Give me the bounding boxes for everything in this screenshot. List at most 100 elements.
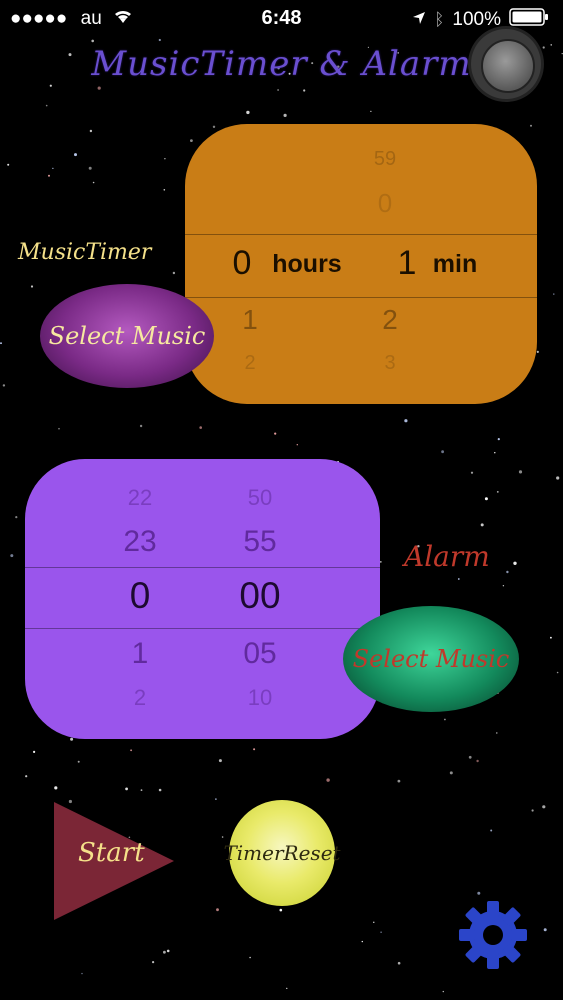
music-timer-label: MusicTimer bbox=[18, 240, 152, 265]
battery-icon bbox=[509, 8, 549, 32]
star bbox=[373, 921, 375, 923]
timer-hours-value: 0 bbox=[232, 244, 252, 282]
star bbox=[216, 908, 219, 912]
alarm-label: Alarm bbox=[404, 540, 490, 573]
alarm-hour-cell: 1 bbox=[131, 637, 149, 670]
star bbox=[274, 432, 277, 435]
alarm-minute-cell: 50 bbox=[247, 485, 273, 510]
timer-minutes-unit: min bbox=[432, 250, 478, 278]
location-arrow-icon bbox=[412, 9, 426, 31]
star bbox=[74, 153, 77, 157]
star bbox=[397, 779, 401, 783]
star bbox=[166, 949, 170, 953]
timer-picker[interactable]: 59 0 0 hours 1 min 1 2 2 3 bbox=[185, 124, 537, 404]
alarm-hour-value: 0 bbox=[129, 575, 151, 616]
star bbox=[556, 671, 559, 674]
timer-row-lower: 1 2 bbox=[185, 304, 537, 344]
star bbox=[70, 737, 74, 741]
star bbox=[164, 158, 166, 160]
star bbox=[553, 293, 555, 295]
star bbox=[476, 759, 479, 763]
star bbox=[52, 167, 54, 169]
star bbox=[361, 940, 363, 943]
star bbox=[97, 86, 101, 90]
timer-reset-button[interactable]: TimerReset bbox=[223, 800, 341, 906]
alarm-hour-cell: 2 bbox=[133, 685, 147, 710]
star bbox=[556, 476, 560, 480]
star bbox=[10, 554, 14, 558]
star bbox=[496, 732, 498, 734]
timer-minute-cell: 3 bbox=[384, 352, 396, 374]
star bbox=[477, 891, 481, 895]
star bbox=[326, 778, 330, 782]
star bbox=[449, 771, 453, 775]
star bbox=[490, 829, 493, 832]
bluetooth-icon: ᛒ bbox=[434, 10, 445, 29]
star bbox=[88, 166, 92, 170]
star bbox=[542, 805, 546, 809]
star bbox=[296, 444, 298, 446]
alarm-minute-value: 00 bbox=[239, 575, 281, 616]
star bbox=[457, 578, 460, 580]
star bbox=[49, 84, 52, 87]
timer-row-upper: 0 bbox=[185, 188, 537, 228]
alarm-minute-cell: 10 bbox=[247, 685, 273, 710]
alarm-select-music-button[interactable]: Select Music bbox=[343, 606, 519, 712]
star bbox=[543, 928, 547, 932]
star bbox=[441, 450, 444, 454]
gear-icon[interactable] bbox=[455, 897, 531, 973]
star bbox=[140, 789, 143, 791]
star bbox=[152, 961, 155, 964]
timer-minute-cell: 59 bbox=[373, 148, 397, 170]
star bbox=[379, 561, 382, 563]
star bbox=[172, 271, 176, 275]
star bbox=[530, 124, 532, 127]
star bbox=[494, 452, 496, 454]
star bbox=[130, 749, 133, 752]
star bbox=[506, 570, 509, 574]
star bbox=[380, 931, 382, 933]
star bbox=[25, 775, 28, 778]
star bbox=[286, 987, 288, 990]
star bbox=[33, 750, 36, 754]
star bbox=[15, 516, 18, 519]
star bbox=[0, 342, 2, 345]
assistive-touch-icon[interactable] bbox=[471, 29, 541, 99]
timer-hours-cell: 1 bbox=[242, 304, 258, 335]
star bbox=[221, 836, 224, 838]
star bbox=[496, 491, 499, 493]
alarm-hour-cell: 22 bbox=[127, 485, 153, 510]
start-label: Start bbox=[78, 838, 145, 868]
star bbox=[89, 129, 93, 133]
star bbox=[550, 636, 552, 639]
timer-minute-cell: 2 bbox=[382, 304, 398, 335]
timer-hours-cell: 2 bbox=[244, 352, 256, 374]
timer-row-selected: 0 hours 1 min bbox=[185, 244, 537, 288]
status-bar: ●●●●● au 6:48 ᛒ 100% bbox=[0, 0, 563, 36]
star bbox=[502, 585, 505, 587]
star bbox=[277, 89, 279, 91]
star bbox=[536, 350, 539, 353]
star bbox=[218, 759, 222, 763]
star bbox=[480, 523, 484, 527]
status-right: ᛒ 100% bbox=[412, 8, 549, 32]
star bbox=[30, 285, 34, 288]
alarm-row-upper: 23 55 bbox=[25, 525, 380, 565]
star bbox=[215, 798, 217, 800]
star bbox=[58, 427, 60, 430]
alarm-picker[interactable]: 22 50 23 55 0 00 1 05 2 10 bbox=[25, 459, 380, 739]
star bbox=[444, 718, 446, 721]
star bbox=[397, 961, 401, 965]
star bbox=[484, 497, 488, 501]
star bbox=[246, 110, 250, 115]
timer-select-music-button[interactable]: Select Music bbox=[40, 284, 214, 388]
star bbox=[125, 787, 128, 791]
battery-label: 100% bbox=[452, 9, 501, 30]
alarm-row-top: 22 50 bbox=[25, 485, 380, 525]
alarm-row-lower: 1 05 bbox=[25, 637, 380, 677]
star bbox=[404, 419, 408, 423]
alarm-minute-cell: 05 bbox=[243, 637, 277, 670]
star bbox=[163, 950, 166, 954]
star bbox=[442, 990, 444, 993]
timer-minutes-value: 1 bbox=[397, 244, 417, 282]
